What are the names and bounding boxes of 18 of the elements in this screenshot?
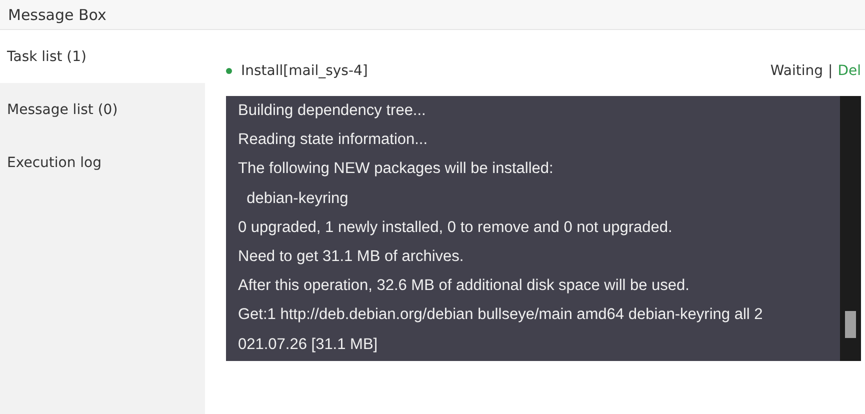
sidebar-item[interactable]: Execution log xyxy=(0,136,205,189)
window-title: Message Box xyxy=(8,6,106,24)
scrollbar[interactable] xyxy=(840,96,861,361)
log-line: Get:1 http://deb.debian.org/debian bullseye/main amd64 debian-keyring all 2 xyxy=(238,305,764,326)
task-name: Install[mail_sys-4] xyxy=(241,63,368,79)
sidebar-item[interactable]: Task list (1) xyxy=(0,30,205,83)
log-line: debian-keyring xyxy=(246,188,350,209)
delete-link[interactable]: Del xyxy=(838,63,861,79)
log-line: The following NEW packages will be installed: xyxy=(238,159,554,180)
task-status: Waiting xyxy=(770,63,823,79)
log-line: Need to get 31.1 MB of archives. xyxy=(238,246,465,267)
log-line: After this operation, 32.6 MB of additional disk space will be used. xyxy=(238,276,690,296)
separator: | xyxy=(828,63,833,79)
log-line: 0 upgraded, 1 newly installed, 0 to remove and 0 not upgraded. xyxy=(238,218,674,238)
log-line: Reading state information... xyxy=(238,130,429,150)
log-line: Building dependency tree... xyxy=(238,101,427,121)
sidebar-item[interactable]: Message list (0) xyxy=(0,83,205,136)
log-line: 021.07.26 [31.1 MB] xyxy=(238,334,379,354)
